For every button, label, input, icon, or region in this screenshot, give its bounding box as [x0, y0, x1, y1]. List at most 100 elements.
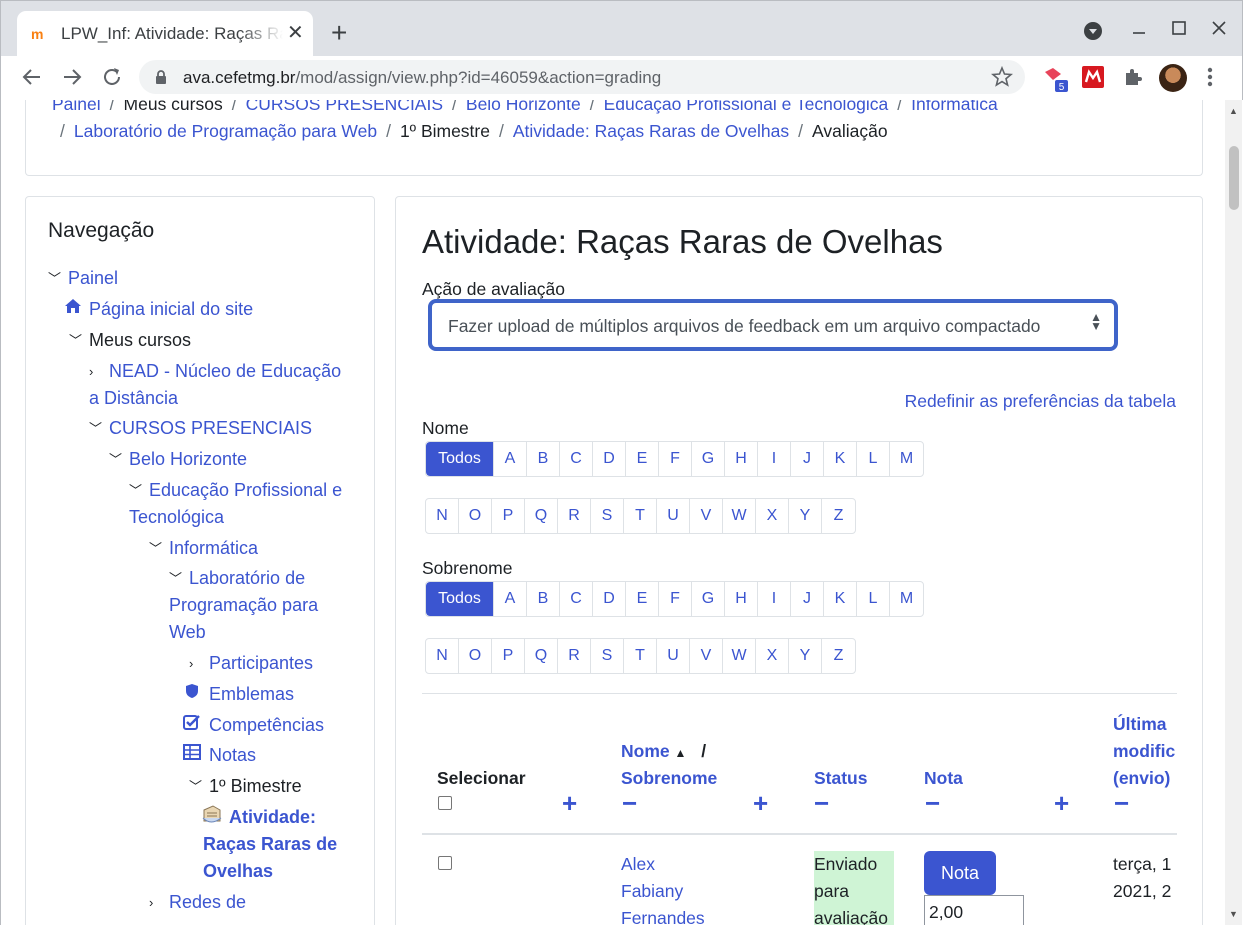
nav-laboratorio-cont2[interactable]: Web	[169, 619, 206, 646]
nav-laboratorio[interactable]: Laboratório de	[189, 565, 305, 592]
first-initial[interactable]: V	[690, 499, 723, 533]
nav-cursos-presenciais[interactable]: CURSOS PRESENCIAIS	[109, 415, 312, 442]
nav-emblemas[interactable]: Emblemas	[209, 681, 294, 708]
last-initial[interactable]: L	[857, 582, 890, 616]
first-initial[interactable]: D	[593, 442, 626, 476]
scrollbar-thumb[interactable]	[1229, 146, 1239, 210]
first-initial[interactable]: Q	[525, 499, 558, 533]
last-initial[interactable]: T	[624, 639, 657, 673]
breadcrumb-painel[interactable]: Painel	[52, 100, 101, 114]
first-initial[interactable]: X	[756, 499, 789, 533]
nav-redes[interactable]: Redes de	[169, 889, 246, 916]
last-initial[interactable]: R	[558, 639, 591, 673]
nav-participantes[interactable]: Participantes	[209, 650, 313, 677]
last-initial[interactable]: P	[492, 639, 525, 673]
last-initial[interactable]: X	[756, 639, 789, 673]
last-initial[interactable]: W	[723, 639, 756, 673]
first-initial-all[interactable]: Todos	[426, 442, 494, 476]
last-initial[interactable]: D	[593, 582, 626, 616]
user-avatar[interactable]	[1159, 64, 1187, 92]
first-initial[interactable]: C	[560, 442, 593, 476]
first-initial[interactable]: F	[659, 442, 692, 476]
collapse-column-icon[interactable]: −	[925, 790, 940, 816]
first-initial[interactable]: M	[890, 442, 923, 476]
last-initial-all[interactable]: Todos	[426, 582, 494, 616]
nav-informatica[interactable]: Informática	[169, 535, 258, 562]
first-initial[interactable]: O	[459, 499, 492, 533]
first-initial[interactable]: A	[494, 442, 527, 476]
first-initial[interactable]: N	[426, 499, 459, 533]
last-initial[interactable]: B	[527, 582, 560, 616]
browser-tab[interactable]: m LPW_Inf: Atividade: Raças Raras de Ove…	[17, 11, 313, 57]
breadcrumb-informatica[interactable]: Informática	[911, 100, 998, 114]
last-initial[interactable]: J	[791, 582, 824, 616]
column-header-last-modified-cont[interactable]: modific	[1113, 738, 1175, 765]
last-initial[interactable]: G	[692, 582, 725, 616]
first-initial[interactable]: S	[591, 499, 624, 533]
extension-badge-icon[interactable]: 5	[1043, 66, 1068, 93]
chevron-right-icon[interactable]: ›	[89, 358, 93, 385]
nav-laboratorio-cont[interactable]: Programação para	[169, 592, 318, 619]
expand-column-icon[interactable]: +	[1054, 790, 1069, 816]
nav-bimestre[interactable]: 1º Bimestre	[209, 773, 302, 800]
breadcrumb-ept[interactable]: Educação Profissional e Tecnológica	[604, 100, 889, 114]
expand-column-icon[interactable]: +	[753, 790, 768, 816]
column-header-last-modified[interactable]: Última	[1113, 711, 1166, 738]
chevron-down-icon[interactable]: ﹀	[149, 535, 162, 562]
collapse-column-icon[interactable]: −	[814, 790, 829, 816]
first-initial[interactable]: Z	[822, 499, 855, 533]
scroll-up-arrow-icon[interactable]: ▲	[1229, 106, 1238, 116]
close-tab-icon[interactable]: ✕	[287, 23, 304, 43]
nav-ept-cont[interactable]: Tecnológica	[129, 504, 224, 531]
nav-atividade-cont[interactable]: Raças Raras de	[203, 831, 337, 858]
last-initial[interactable]: U	[657, 639, 690, 673]
expand-column-icon[interactable]: +	[562, 790, 577, 816]
reload-icon[interactable]	[101, 65, 123, 94]
mendeley-icon[interactable]	[1082, 66, 1104, 88]
select-all-checkbox[interactable]	[438, 796, 452, 810]
row-select-checkbox[interactable]	[438, 856, 452, 870]
chevron-right-icon[interactable]: ›	[189, 650, 193, 677]
student-name[interactable]: Alex	[621, 851, 655, 878]
last-initial[interactable]: H	[725, 582, 758, 616]
first-initial[interactable]: R	[558, 499, 591, 533]
first-initial[interactable]: K	[824, 442, 857, 476]
first-initial[interactable]: W	[723, 499, 756, 533]
nav-nead[interactable]: NEAD - Núcleo de Educação	[109, 358, 341, 385]
chevron-right-icon[interactable]: ›	[149, 889, 153, 916]
last-initial[interactable]: O	[459, 639, 492, 673]
chevron-down-icon[interactable]: ﹀	[109, 446, 122, 473]
first-initial[interactable]: Y	[789, 499, 822, 533]
grading-action-select[interactable]: Fazer upload de múltiplos arquivos de fe…	[428, 299, 1118, 351]
last-initial[interactable]: S	[591, 639, 624, 673]
breadcrumb-atividade[interactable]: Atividade: Raças Raras de Ovelhas	[513, 121, 789, 141]
browser-menu-icon[interactable]	[1207, 64, 1213, 96]
nav-home[interactable]: Página inicial do site	[89, 296, 253, 323]
nav-atividade-cont2[interactable]: Ovelhas	[203, 858, 273, 885]
reset-table-preferences-link[interactable]: Redefinir as preferências da tabela	[905, 391, 1176, 412]
last-initial[interactable]: Y	[789, 639, 822, 673]
breadcrumb-cursos-presenciais[interactable]: CURSOS PRESENCIAIS	[246, 100, 443, 114]
last-initial[interactable]: Z	[822, 639, 855, 673]
nav-belo-horizonte[interactable]: Belo Horizonte	[129, 446, 247, 473]
chevron-down-icon[interactable]: ﹀	[48, 265, 61, 292]
scroll-down-arrow-icon[interactable]: ▼	[1229, 909, 1238, 919]
maximize-icon[interactable]	[1171, 17, 1187, 44]
chevron-down-icon[interactable]: ﹀	[69, 327, 82, 354]
collapse-column-icon[interactable]: −	[622, 790, 637, 816]
forward-icon[interactable]	[61, 65, 83, 94]
nav-notas[interactable]: Notas	[209, 742, 256, 769]
first-initial[interactable]: J	[791, 442, 824, 476]
last-initial[interactable]: V	[690, 639, 723, 673]
bookmark-star-icon[interactable]	[990, 65, 1014, 94]
first-initial[interactable]: E	[626, 442, 659, 476]
last-initial[interactable]: F	[659, 582, 692, 616]
last-initial[interactable]: C	[560, 582, 593, 616]
last-initial[interactable]: E	[626, 582, 659, 616]
minimize-icon[interactable]	[1131, 17, 1147, 44]
student-name-cont2[interactable]: Fernandes	[621, 905, 705, 925]
last-initial[interactable]: I	[758, 582, 791, 616]
last-initial[interactable]: Q	[525, 639, 558, 673]
nav-painel[interactable]: Painel	[68, 265, 118, 292]
first-initial[interactable]: T	[624, 499, 657, 533]
